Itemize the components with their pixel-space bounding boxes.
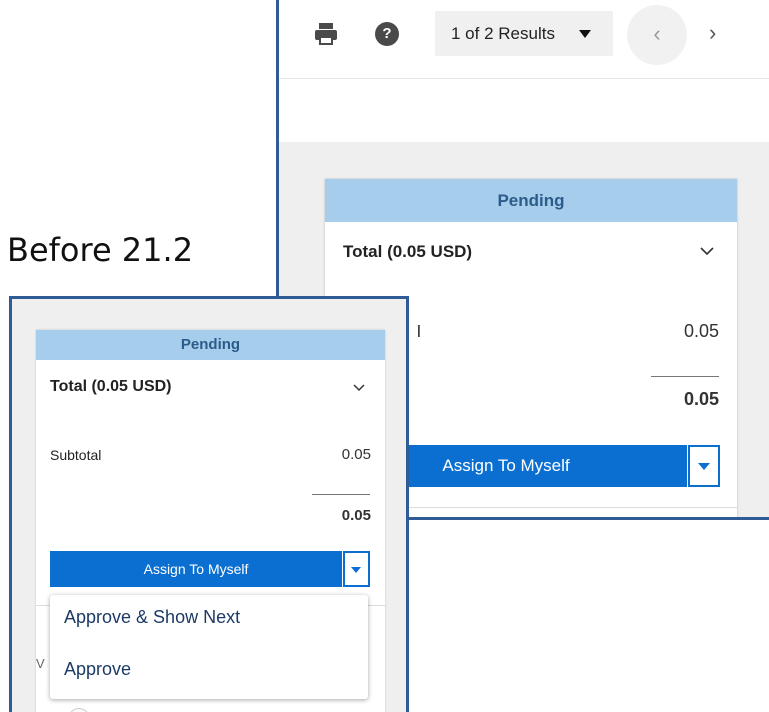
- toolbar: ? 1 of 2 Results ‹ ›: [279, 0, 769, 79]
- subtotal-label: Subtotal: [50, 447, 102, 463]
- chevron-right-icon: ›: [709, 20, 717, 45]
- results-dropdown[interactable]: 1 of 2 Results: [435, 11, 613, 56]
- total-label[interactable]: Total (0.05 USD): [343, 242, 472, 262]
- chevron-left-icon: ‹: [653, 21, 661, 46]
- next-button[interactable]: ›: [709, 18, 729, 48]
- actions-dropdown-menu: Approve & Show Next Approve: [50, 595, 368, 699]
- actions-dropdown-button[interactable]: [343, 551, 370, 587]
- comparison-canvas: ? 1 of 2 Results ‹ › Pending Total (0.05…: [0, 0, 769, 712]
- chevron-down-icon[interactable]: [699, 243, 715, 259]
- obscured-text: V: [36, 656, 45, 671]
- status-header: Pending: [325, 179, 737, 222]
- sum-value: 0.05: [341, 507, 371, 524]
- subtotal-label: l: [417, 322, 421, 341]
- status-header: Pending: [36, 330, 385, 360]
- total-label[interactable]: Total (0.05 USD): [50, 378, 172, 396]
- sum-divider: [651, 376, 719, 377]
- results-label: 1 of 2 Results: [451, 24, 555, 43]
- before-panel: Pending Total (0.05 USD) Subtotal 0.05 0…: [9, 296, 409, 712]
- sum-value: 0.05: [683, 389, 719, 409]
- actions-dropdown-button[interactable]: [688, 445, 720, 487]
- subtotal-value: 0.05: [341, 446, 371, 463]
- subtotal-value: 0.05: [683, 321, 719, 341]
- menu-item-approve[interactable]: Approve: [64, 659, 131, 680]
- printer-icon[interactable]: [313, 21, 339, 47]
- caret-down-icon: [579, 30, 591, 38]
- assign-to-myself-button[interactable]: Assign To Myself: [50, 551, 342, 587]
- menu-item-approve-show-next[interactable]: Approve & Show Next: [64, 607, 240, 628]
- sum-divider: [312, 494, 370, 495]
- previous-button[interactable]: ‹: [627, 5, 687, 65]
- help-icon[interactable]: ?: [375, 22, 399, 46]
- caret-down-icon: [351, 567, 361, 573]
- caption: Before 21.2: [7, 225, 200, 275]
- chevron-down-icon[interactable]: [352, 381, 366, 395]
- caret-down-icon: [698, 463, 710, 470]
